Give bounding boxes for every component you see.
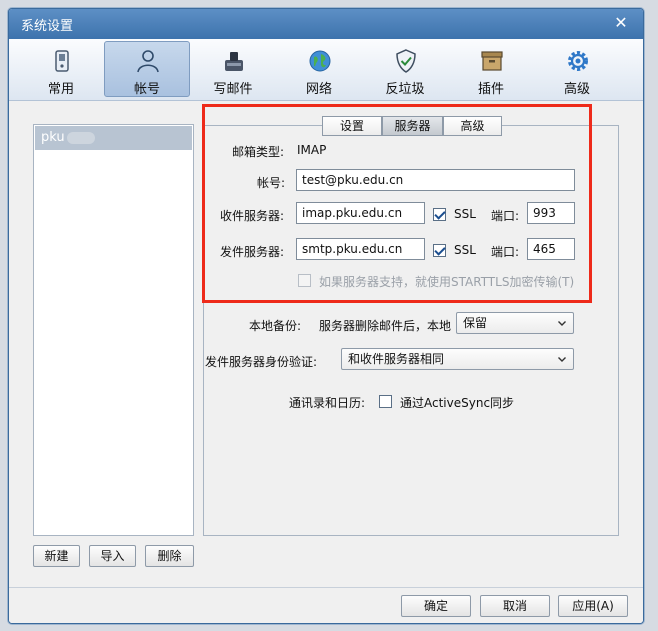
mailbox-type-label: 邮箱类型: (232, 145, 285, 159)
gear-icon (568, 51, 588, 71)
chevron-down-icon (558, 357, 566, 362)
smtp-auth-value: 和收件服务器相同 (348, 352, 445, 366)
title-bar: 系统设置 ✕ (9, 9, 643, 39)
activesync-label: 通过ActiveSync同步 (400, 396, 515, 410)
settings-toolbar: 常用 帐号 写邮件 网络 反垃圾 插件 高级 (9, 39, 643, 101)
import-account-button[interactable]: 导入 (89, 545, 136, 567)
smtp-auth-label: 发件服务器身份验证: (205, 355, 318, 369)
outgoing-server-label: 发件服务器: (220, 245, 285, 259)
account-name: pku (41, 130, 65, 145)
window-title: 系统设置 (21, 19, 74, 34)
toolbar-label: 写邮件 (213, 82, 253, 97)
cancel-button[interactable]: 取消 (480, 595, 550, 617)
chevron-down-icon (558, 321, 566, 326)
apply-button[interactable]: 应用(A) (558, 595, 628, 617)
toolbar-item-account[interactable]: 帐号 (104, 41, 190, 97)
incoming-server-label: 收件服务器: (220, 209, 285, 223)
contacts-calendar-label: 通讯录和日历: (289, 396, 366, 410)
incoming-ssl-label: SSL (454, 207, 476, 221)
toolbar-label: 帐号 (133, 82, 160, 97)
smtp-auth-select[interactable]: 和收件服务器相同 (341, 348, 574, 370)
toolbar-label: 网络 (305, 82, 332, 97)
toolbar-item-advanced[interactable]: 高级 (534, 41, 620, 97)
outgoing-ssl-checkbox[interactable] (433, 244, 446, 257)
account-field[interactable]: test@pku.edu.cn (296, 169, 575, 191)
toolbar-item-general[interactable]: 常用 (18, 41, 104, 97)
outgoing-port-field[interactable]: 465 (527, 238, 575, 260)
box-icon (481, 51, 503, 71)
local-backup-value: 保留 (463, 316, 488, 330)
shield-icon (396, 49, 416, 73)
local-backup-select[interactable]: 保留 (456, 312, 574, 334)
account-label: 帐号: (257, 176, 286, 190)
list-item[interactable]: pku (35, 126, 192, 150)
incoming-ssl-checkbox[interactable] (433, 208, 446, 221)
ink-icon (225, 52, 243, 71)
activesync-checkbox[interactable] (379, 395, 392, 408)
settings-window: 系统设置 ✕ 常用 帐号 写邮件 网络 反垃圾 插件 高级 pku 新建 导入 … (8, 8, 644, 624)
incoming-port-label: 端口: (491, 209, 520, 223)
starttls-label: 如果服务器支持，就使用STARTTLS加密传输(T) (319, 275, 575, 289)
toolbar-label: 常用 (47, 82, 74, 97)
starttls-checkbox[interactable] (298, 274, 311, 287)
close-icon[interactable]: ✕ (611, 13, 631, 33)
outgoing-server-field[interactable]: smtp.pku.edu.cn (296, 238, 425, 260)
tab-server[interactable]: 服务器 (382, 116, 443, 136)
account-list[interactable]: pku (33, 124, 194, 536)
tab-settings[interactable]: 设置 (322, 116, 382, 136)
toolbar-label: 插件 (477, 82, 504, 97)
mailbox-type-value: IMAP (297, 143, 327, 157)
local-backup-description: 服务器删除邮件后，本地 (319, 319, 452, 333)
user-icon (137, 50, 159, 73)
outgoing-ssl-label: SSL (454, 243, 476, 257)
toolbar-label: 反垃圾 (385, 82, 425, 97)
toolbar-item-antispam[interactable]: 反垃圾 (362, 41, 448, 97)
incoming-port-field[interactable]: 993 (527, 202, 575, 224)
ok-button[interactable]: 确定 (401, 595, 471, 617)
toolbar-item-network[interactable]: 网络 (276, 41, 362, 97)
toolbar-label: 高级 (563, 82, 590, 97)
local-backup-label: 本地备份: (249, 319, 302, 333)
new-account-button[interactable]: 新建 (33, 545, 80, 567)
redacted-mark (66, 131, 95, 144)
delete-account-button[interactable]: 删除 (145, 545, 194, 567)
toolbar-item-compose[interactable]: 写邮件 (190, 41, 276, 97)
toolbar-item-plugins[interactable]: 插件 (448, 41, 534, 97)
incoming-server-field[interactable]: imap.pku.edu.cn (296, 202, 425, 224)
phone-icon (55, 50, 69, 72)
tab-advanced[interactable]: 高级 (443, 116, 502, 136)
outgoing-port-label: 端口: (491, 245, 520, 259)
globe-icon (309, 50, 331, 72)
